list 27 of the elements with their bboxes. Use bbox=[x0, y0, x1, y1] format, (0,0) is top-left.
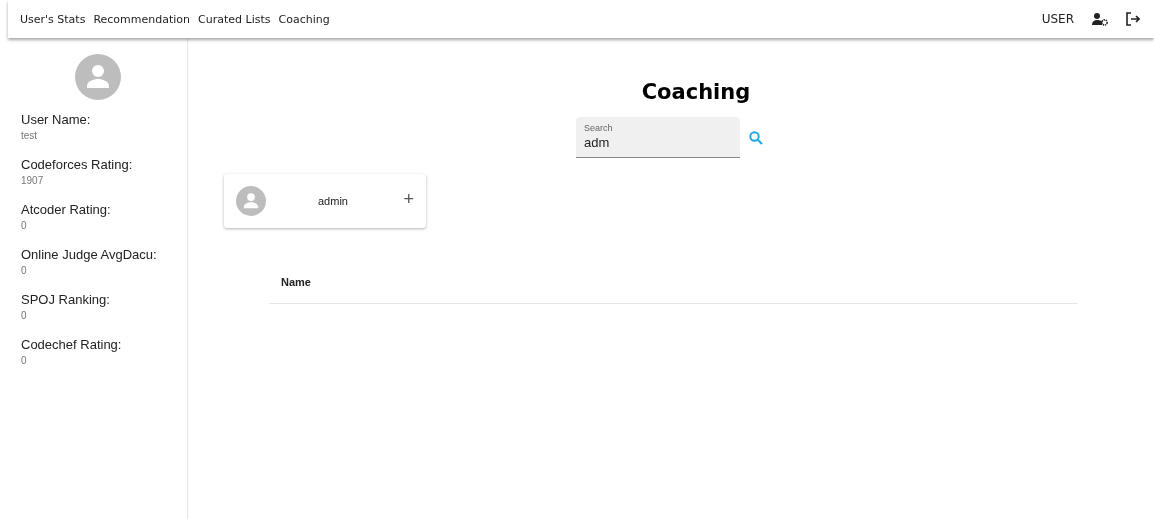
search-icon[interactable] bbox=[749, 130, 763, 145]
search-field[interactable]: Search adm bbox=[576, 117, 740, 158]
stat-label: Codechef Rating: bbox=[21, 337, 123, 352]
page-title: Coaching bbox=[640, 80, 752, 104]
user-settings-icon[interactable] bbox=[1092, 12, 1108, 26]
nav-link[interactable]: User's Stats bbox=[20, 12, 86, 26]
avatar-icon bbox=[75, 54, 121, 100]
logout-icon[interactable] bbox=[1126, 12, 1140, 26]
user-name: admin bbox=[318, 195, 349, 207]
stat-value: 0 bbox=[21, 220, 28, 231]
column-header: Name bbox=[281, 276, 311, 288]
stat-label: User Name: bbox=[21, 112, 92, 127]
stat-value: test bbox=[21, 130, 39, 141]
nav-link[interactable]: Recommendation bbox=[93, 12, 191, 26]
avatar-icon bbox=[236, 186, 266, 216]
stat-value: 1907 bbox=[21, 175, 45, 186]
user-label[interactable]: USER bbox=[1041, 12, 1074, 26]
stat-label: Online Judge AvgDacu: bbox=[21, 247, 158, 262]
stat-label: Atcoder Rating: bbox=[21, 202, 112, 217]
nav-link[interactable]: Curated Lists bbox=[198, 12, 271, 26]
stat-value: 0 bbox=[21, 310, 28, 321]
stat-value: 0 bbox=[21, 355, 28, 366]
nav-link[interactable]: Coaching bbox=[278, 12, 330, 26]
stat-label: SPOJ Ranking: bbox=[21, 292, 111, 307]
add-button[interactable]: + bbox=[403, 188, 414, 210]
stat-label: Codeforces Rating: bbox=[21, 157, 134, 172]
stat-value: 0 bbox=[21, 265, 28, 276]
